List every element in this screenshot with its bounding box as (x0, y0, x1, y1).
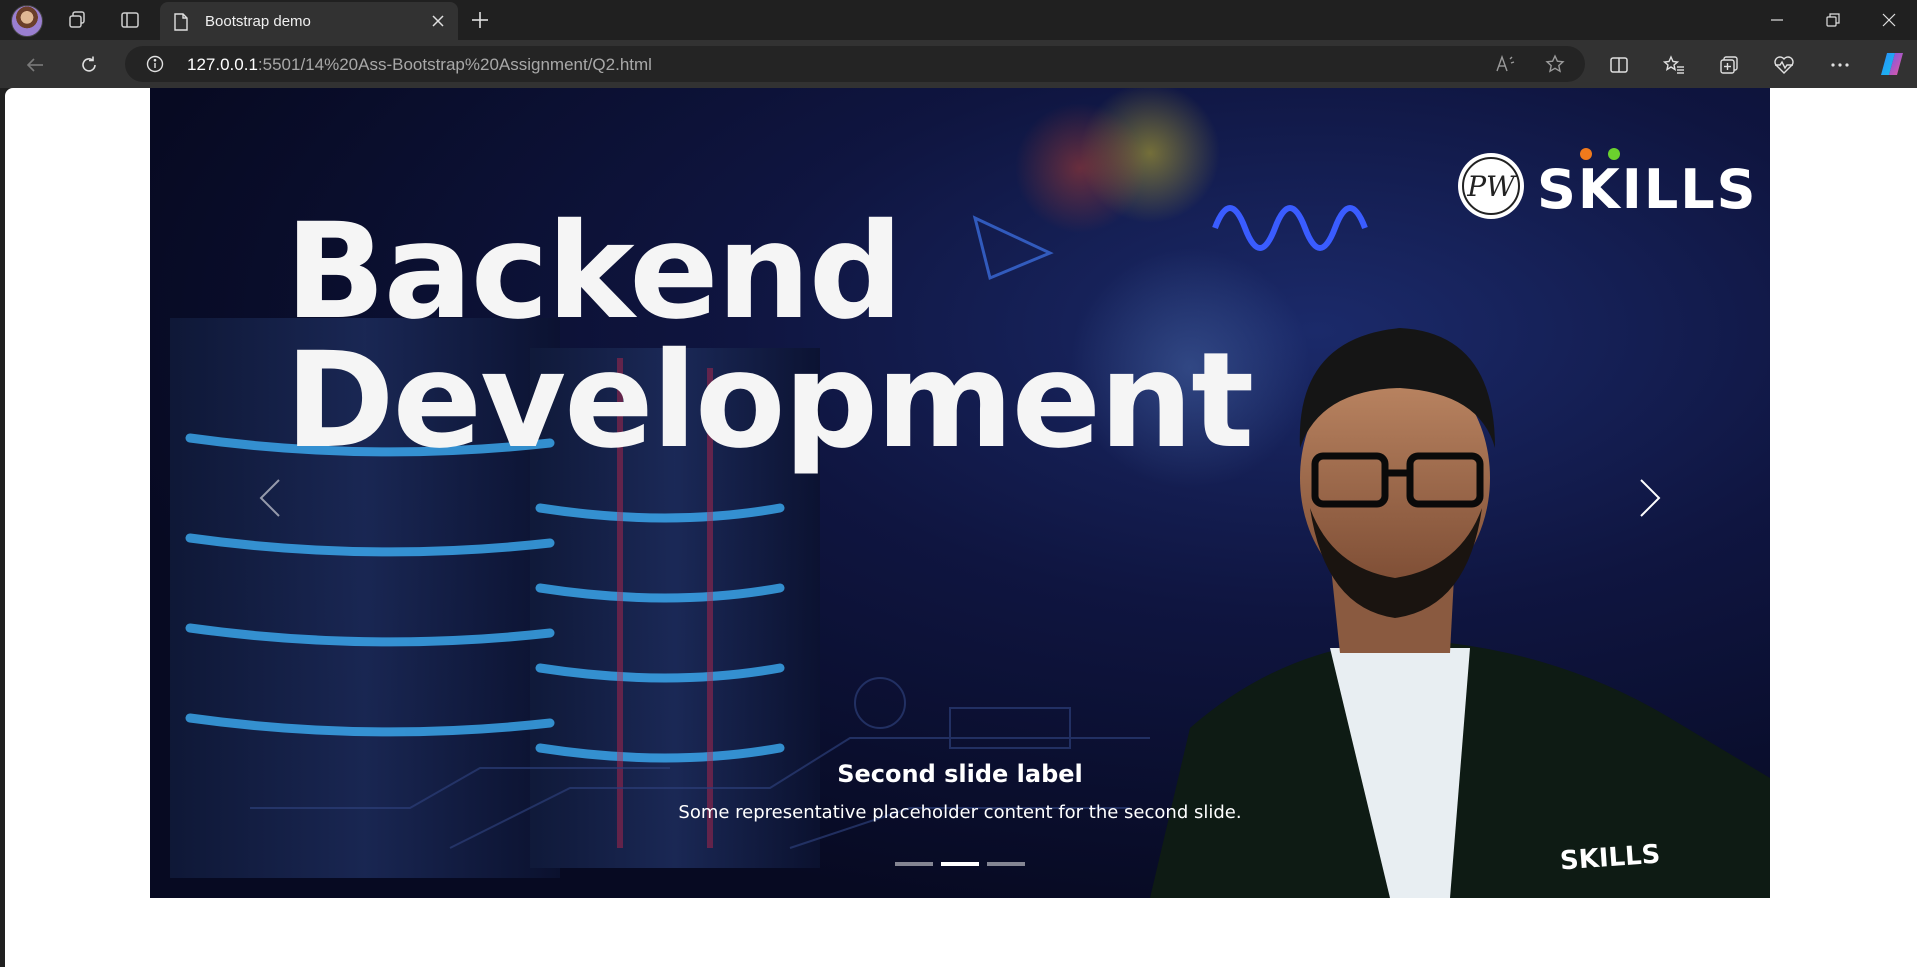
brand-word: SKILLS (1537, 158, 1758, 221)
favorites-icon[interactable] (1659, 50, 1689, 80)
slide-headline: Backend Development (285, 195, 1254, 479)
browser-title-bar: Bootstrap demo (0, 0, 1917, 40)
chevron-left-icon (259, 479, 280, 517)
headline-line-2: Development (285, 324, 1254, 479)
url-host: 127.0.0.1 (187, 55, 258, 74)
chevron-right-icon (1640, 479, 1661, 517)
close-tab-icon[interactable] (428, 11, 448, 31)
carousel-caption-title: Second slide label (837, 760, 1083, 788)
refresh-icon[interactable] (74, 50, 104, 80)
pw-emblem-icon: PW (1458, 153, 1524, 219)
close-window-icon[interactable] (1861, 0, 1917, 40)
back-icon[interactable] (20, 50, 50, 80)
restore-icon[interactable] (1805, 0, 1861, 40)
workspaces-icon[interactable] (63, 6, 91, 34)
profile-avatar[interactable] (11, 5, 43, 37)
active-tab[interactable]: Bootstrap demo (160, 2, 458, 40)
svg-text:PW: PW (1466, 170, 1517, 203)
split-screen-icon[interactable] (1604, 50, 1634, 80)
new-tab-icon[interactable] (466, 6, 494, 34)
carousel-indicators (895, 862, 1025, 866)
pw-skills-logo: PW SKILLS (1455, 146, 1756, 230)
page-icon (173, 13, 189, 36)
favorite-star-icon[interactable] (1540, 50, 1570, 78)
headline-line-1: Backend (285, 195, 903, 349)
site-info-icon[interactable] (146, 55, 164, 78)
more-menu-icon[interactable] (1825, 50, 1855, 80)
carousel-indicator-1[interactable] (895, 862, 933, 866)
copilot-icon[interactable] (1878, 50, 1906, 78)
minimize-icon[interactable] (1749, 0, 1805, 40)
read-aloud-icon[interactable] (1491, 50, 1521, 78)
tab-title: Bootstrap demo (205, 13, 311, 30)
url-text[interactable]: 127.0.0.1:5501/14%20Ass-Bootstrap%20Assi… (187, 55, 652, 75)
logo-dots-icon (1580, 148, 1620, 160)
carousel-indicator-2[interactable] (941, 862, 979, 866)
carousel: Backend Development PW SKILLS SKILLS Sec… (150, 88, 1770, 898)
page-viewport: Backend Development PW SKILLS SKILLS Sec… (5, 88, 1917, 967)
browser-toolbar: 127.0.0.1:5501/14%20Ass-Bootstrap%20Assi… (0, 40, 1917, 88)
carousel-indicator-3[interactable] (987, 862, 1025, 866)
carousel-caption-text: Some representative placeholder content … (678, 802, 1242, 823)
carousel-prev-button[interactable] (240, 468, 300, 528)
collections-icon[interactable] (1714, 50, 1744, 80)
url-path: :5501/14%20Ass-Bootstrap%20Assignment/Q2… (257, 55, 652, 74)
browser-essentials-icon[interactable] (1769, 50, 1799, 80)
address-bar[interactable]: 127.0.0.1:5501/14%20Ass-Bootstrap%20Assi… (125, 46, 1585, 82)
tab-actions-icon[interactable] (116, 6, 144, 34)
carousel-next-button[interactable] (1620, 468, 1680, 528)
